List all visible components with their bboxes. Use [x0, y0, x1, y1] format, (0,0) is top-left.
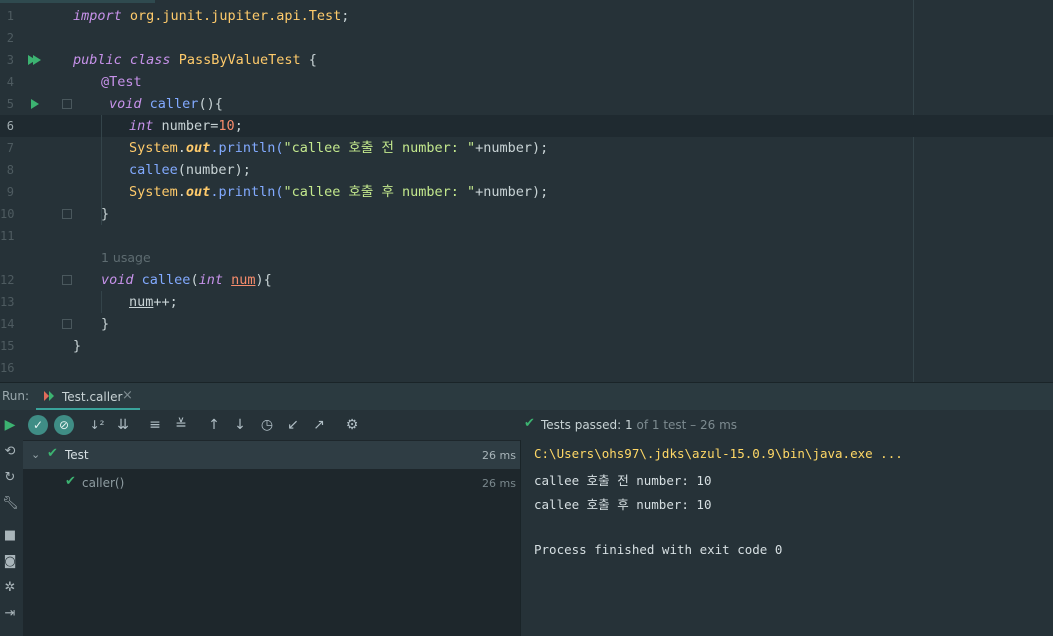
code-line-5: void caller(){	[109, 96, 223, 112]
settings-gear-icon[interactable]: ⚙	[342, 415, 362, 435]
code-line-10: }	[101, 206, 110, 222]
sort-by-duration-icon[interactable]: ⇊	[113, 415, 133, 435]
line-number: 9	[6, 185, 14, 199]
line-number: 15	[0, 339, 15, 353]
test-status-bar: ✔ Tests passed: 1 of 1 test – 26 ms	[520, 410, 1053, 440]
fold-marker-icon[interactable]	[62, 209, 72, 219]
debug-bug-icon[interactable]: ✲	[2, 580, 18, 596]
line-number: 12	[0, 273, 15, 287]
fold-marker-icon[interactable]	[62, 319, 72, 329]
line-number: 3	[6, 53, 14, 67]
show-passed-icon[interactable]: ✓	[28, 415, 48, 435]
test-duration: 26 ms	[482, 477, 516, 490]
code-line-3: public class PassByValueTest {	[73, 52, 317, 68]
line-number: 7	[6, 141, 14, 155]
rerun-failed-icon[interactable]: ⟲	[2, 444, 18, 460]
code-line-8: callee(number);	[129, 162, 251, 178]
passed-check-icon: ✔	[65, 474, 76, 489]
line-number: 4	[6, 75, 14, 89]
line-number: 6	[6, 119, 14, 133]
fold-marker-icon[interactable]	[62, 99, 72, 109]
expand-all-icon[interactable]: ≡	[145, 415, 165, 435]
tree-item-label: caller()	[82, 476, 125, 490]
tab-label: Test.caller	[62, 390, 123, 404]
passed-check-icon: ✔	[524, 416, 535, 431]
console-line: callee 호출 후 number: 10	[534, 497, 712, 512]
camera-icon[interactable]: ◙	[2, 554, 18, 570]
code-line-1: import org.junit.jupiter.api.Test;	[73, 8, 350, 24]
tree-item-test[interactable]: ⌄ ✔ Test 26 ms	[23, 441, 520, 469]
test-history-icon[interactable]: ◷	[257, 415, 277, 435]
toggle-auto-test-icon[interactable]: ↻	[2, 470, 18, 486]
console-output[interactable]: C:\Users\ohs97\.jdks\azul-15.0.9\bin\jav…	[520, 440, 1053, 636]
next-failed-icon[interactable]: ↓	[230, 415, 250, 435]
stop-icon[interactable]: ■	[2, 528, 18, 544]
fold-marker-icon[interactable]	[62, 275, 72, 285]
line-number: 14	[0, 317, 15, 331]
rerun-icon[interactable]: ▶	[0, 415, 20, 435]
indent-guide	[101, 291, 102, 313]
line-number: 2	[6, 31, 14, 45]
code-line-6: int number=10;	[129, 118, 243, 134]
line-number: 5	[6, 97, 14, 111]
test-runner-toolbar: ▶ ✓ ⊘ ↓² ⇊ ≡ ≚ ↑ ↓ ◷ ↙ ↗ ⚙	[0, 410, 520, 440]
previous-failed-icon[interactable]: ↑	[204, 415, 224, 435]
usage-hint[interactable]: 1 usage	[101, 247, 151, 269]
exit-icon[interactable]: ⇥	[2, 606, 18, 622]
test-status-text: Tests passed: 1 of 1 test – 26 ms	[541, 418, 738, 432]
import-tests-icon[interactable]: ↙	[283, 415, 303, 435]
show-ignored-icon[interactable]: ⊘	[54, 415, 74, 435]
run-class-icon[interactable]	[28, 55, 42, 65]
tree-item-caller[interactable]: ✔ caller() 26 ms	[23, 469, 520, 497]
console-line: Process finished with exit code 0	[534, 542, 783, 557]
code-line-12: void callee(int num){	[101, 272, 272, 288]
line-number: 16	[0, 361, 15, 375]
run-label: Run:	[2, 389, 30, 403]
code-line-4: @Test	[101, 74, 142, 90]
test-config-icon	[44, 391, 54, 401]
code-editor[interactable]: 1 2 3 4 5 6 7 8 9 10 11 12 13 14 15 16 i…	[0, 0, 1053, 382]
export-tests-icon[interactable]: ↗	[309, 415, 329, 435]
test-results-tree: ⌄ ✔ Test 26 ms ✔ caller() 26 ms	[23, 440, 520, 636]
chevron-down-icon[interactable]: ⌄	[31, 448, 40, 461]
line-number: 1	[6, 9, 14, 23]
code-line-7: System.out.println("callee 호출 전 number: …	[129, 140, 549, 156]
close-tab-icon[interactable]: ×	[122, 388, 133, 403]
code-line-14: }	[101, 316, 110, 332]
line-number: 10	[0, 207, 15, 221]
sort-alphabetically-icon[interactable]: ↓²	[87, 415, 107, 435]
code-line-9: System.out.println("callee 호출 후 number: …	[129, 184, 549, 200]
run-method-icon[interactable]	[31, 99, 39, 109]
line-number: 8	[6, 163, 14, 177]
console-line: callee 호출 전 number: 10	[534, 473, 712, 488]
collapse-all-icon[interactable]: ≚	[171, 415, 191, 435]
line-number: 11	[0, 229, 15, 243]
console-line-command[interactable]: C:\Users\ohs97\.jdks\azul-15.0.9\bin\jav…	[534, 446, 903, 461]
tree-item-label: Test	[65, 448, 89, 462]
editor-gutter: 1 2 3 4 5 6 7 8 9 10 11 12 13 14 15 16	[0, 0, 73, 382]
code-line-13: num++;	[129, 294, 178, 310]
code-line-15: }	[73, 338, 82, 354]
tab-test-caller[interactable]: Test.caller ×	[36, 383, 140, 411]
test-duration: 26 ms	[482, 449, 516, 462]
line-number: 13	[0, 295, 15, 309]
wrench-icon[interactable]: 🔧︎	[2, 496, 19, 512]
run-side-toolbar: ⟲ ↻ 🔧︎ ■ ◙ ✲ ⇥	[0, 440, 23, 636]
run-tool-window-header: Run: Test.caller ×	[0, 382, 1053, 411]
passed-check-icon: ✔	[47, 446, 58, 461]
right-margin-guide	[913, 0, 914, 382]
